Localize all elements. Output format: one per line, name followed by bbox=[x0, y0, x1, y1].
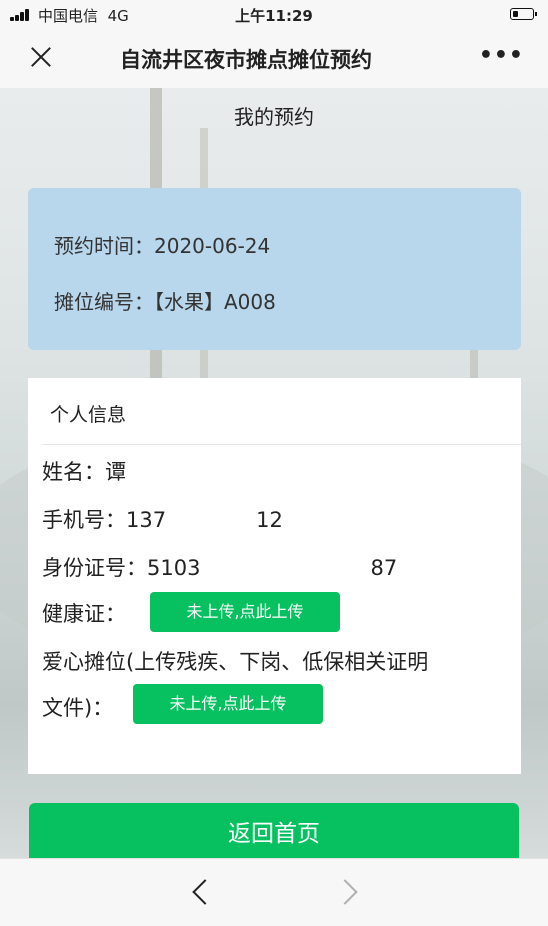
stall-number-value: 【水果】A008 bbox=[154, 290, 276, 314]
reservation-time-label: 预约时间： bbox=[54, 234, 154, 258]
id-number-value-start: 5103 bbox=[147, 556, 201, 580]
battery-icon bbox=[510, 8, 537, 20]
nav-bar: 自流井区夜市摊点摊位预约 ••• bbox=[0, 30, 548, 88]
bottom-toolbar bbox=[0, 858, 548, 926]
id-number-value-end: 87 bbox=[370, 556, 398, 580]
phone-label: 手机号： bbox=[42, 508, 126, 532]
charity-upload-button[interactable]: 未上传,点此上传 bbox=[133, 684, 323, 724]
page-title: 我的预约 bbox=[234, 105, 314, 129]
id-number-label: 身份证号： bbox=[42, 556, 147, 580]
status-time: 上午11:29 bbox=[235, 7, 313, 25]
stall-number-label: 摊位编号： bbox=[54, 290, 154, 314]
back-home-button[interactable]: 返回首页 bbox=[29, 803, 519, 858]
phone-value-end: 12 bbox=[256, 508, 283, 532]
personal-info-card: 个人信息 姓名：谭 手机号：137 12 身份证号：5103 87 健康证： 未上传… bbox=[28, 378, 521, 774]
divider bbox=[42, 444, 521, 445]
forward-icon[interactable] bbox=[332, 879, 358, 905]
charity-stall-label: 爱心摊位(上传残疾、下岗、低保相关证明 bbox=[42, 650, 429, 674]
page-content: 我的预约 预约时间：2020-06-24 摊位编号：【水果】A008 个人信息 … bbox=[0, 88, 548, 858]
more-options-icon[interactable]: ••• bbox=[479, 43, 524, 68]
reservation-card: 预约时间：2020-06-24 摊位编号：【水果】A008 bbox=[28, 188, 521, 350]
close-icon[interactable] bbox=[26, 42, 56, 72]
charity-stall-label-cont: 文件)： bbox=[42, 696, 114, 720]
personal-info-heading: 个人信息 bbox=[50, 404, 127, 426]
back-icon[interactable] bbox=[192, 879, 218, 905]
health-label: 健康证： bbox=[42, 602, 126, 626]
status-bar: 中国电信 4G 上午11:29 bbox=[0, 0, 548, 30]
phone-value-start: 137 bbox=[126, 508, 167, 532]
health-upload-button[interactable]: 未上传,点此上传 bbox=[150, 592, 340, 632]
nav-title: 自流井区夜市摊点摊位预约 bbox=[120, 48, 372, 72]
name-label: 姓名： bbox=[42, 460, 105, 484]
reservation-time-value: 2020-06-24 bbox=[154, 234, 271, 258]
name-value: 谭 bbox=[105, 460, 126, 484]
